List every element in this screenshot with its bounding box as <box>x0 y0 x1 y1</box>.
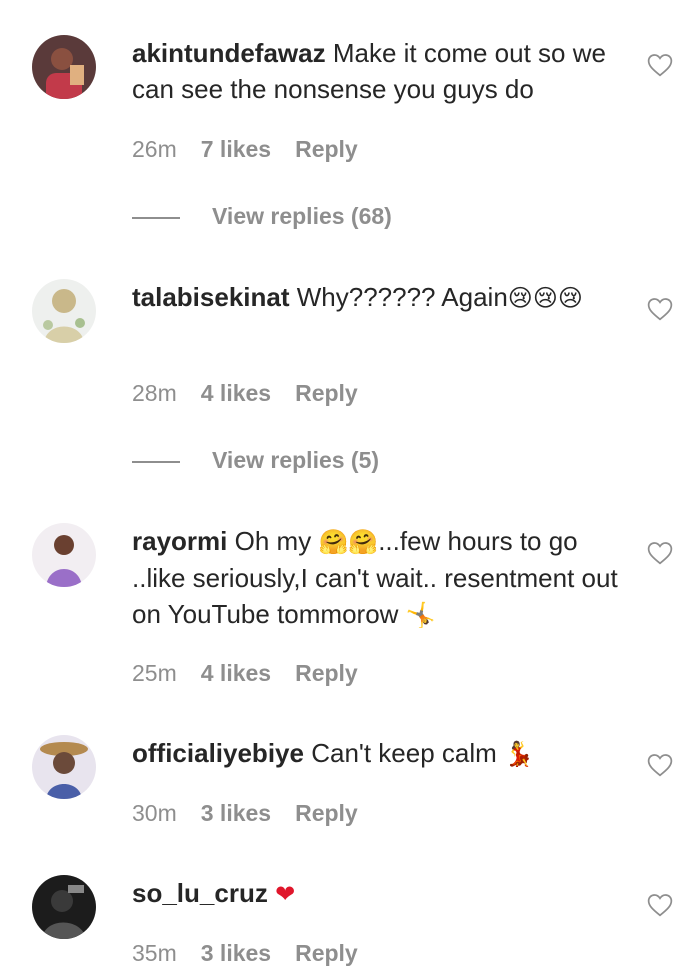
username[interactable]: talabisekinat <box>132 282 290 312</box>
likes-count[interactable]: 3 likes <box>201 940 271 966</box>
avatar[interactable] <box>32 735 96 799</box>
divider-line <box>132 216 180 219</box>
comment-body: Can't keep calm <box>311 738 497 768</box>
comment-meta: 26m 7 likes Reply <box>132 135 382 163</box>
view-replies-label: View replies (68) <box>212 203 392 229</box>
hugging-face-emoji: 🤗🤗 <box>318 528 379 556</box>
comment-meta: 35m 3 likes Reply <box>132 939 382 967</box>
reply-button[interactable]: Reply <box>295 136 358 162</box>
comment-meta: 25m 4 likes Reply <box>132 659 382 687</box>
reply-button[interactable]: Reply <box>295 800 358 826</box>
comment-meta: 28m 4 likes Reply <box>132 379 382 407</box>
timestamp: 25m <box>132 660 177 686</box>
timestamp: 35m <box>132 940 177 966</box>
red-heart-emoji: ❤ <box>275 880 296 908</box>
view-replies-button[interactable]: View replies (5) <box>132 446 379 474</box>
timestamp: 26m <box>132 136 177 162</box>
comment-meta: 30m 3 likes Reply <box>132 799 382 827</box>
likes-count[interactable]: 4 likes <box>201 380 271 406</box>
heart-outline-icon[interactable] <box>647 753 673 777</box>
comment-text: akintundefawaz Make it come out so we ca… <box>132 35 622 107</box>
comment-text: talabisekinat Why?????? Again😢😢😢 <box>132 279 622 316</box>
username[interactable]: akintundefawaz <box>132 38 326 68</box>
reply-button[interactable]: Reply <box>295 660 358 686</box>
avatar[interactable] <box>32 279 96 343</box>
comment-text: officialiyebiye Can't keep calm 💃 <box>132 735 622 772</box>
comment-body: Oh my <box>234 526 312 556</box>
reply-button[interactable]: Reply <box>295 940 358 966</box>
likes-count[interactable]: 4 likes <box>201 660 271 686</box>
view-replies-label: View replies (5) <box>212 447 380 473</box>
heart-outline-icon[interactable] <box>647 297 673 321</box>
heart-outline-icon[interactable] <box>647 53 673 77</box>
heart-outline-icon[interactable] <box>647 541 673 565</box>
timestamp: 30m <box>132 800 177 826</box>
view-replies-button[interactable]: View replies (68) <box>132 202 392 230</box>
avatar[interactable] <box>32 875 96 939</box>
comment-text: rayormi Oh my 🤗🤗...few hours to go ..lik… <box>132 523 622 633</box>
timestamp: 28m <box>132 380 177 406</box>
divider-line <box>132 460 180 463</box>
avatar[interactable] <box>32 523 96 587</box>
crying-face-emoji: 😢😢😢 <box>507 284 583 312</box>
username[interactable]: so_lu_cruz <box>132 878 268 908</box>
heart-outline-icon[interactable] <box>647 893 673 917</box>
username[interactable]: officialiyebiye <box>132 738 304 768</box>
likes-count[interactable]: 3 likes <box>201 800 271 826</box>
comment-text: so_lu_cruz ❤ <box>132 875 622 912</box>
avatar[interactable] <box>32 35 96 99</box>
cartwheel-emoji: 🤸 <box>405 601 436 629</box>
comment-body: Why?????? Again <box>296 282 508 312</box>
username[interactable]: rayormi <box>132 526 227 556</box>
dancer-emoji: 💃 <box>504 740 534 768</box>
reply-button[interactable]: Reply <box>295 380 358 406</box>
likes-count[interactable]: 7 likes <box>201 136 271 162</box>
